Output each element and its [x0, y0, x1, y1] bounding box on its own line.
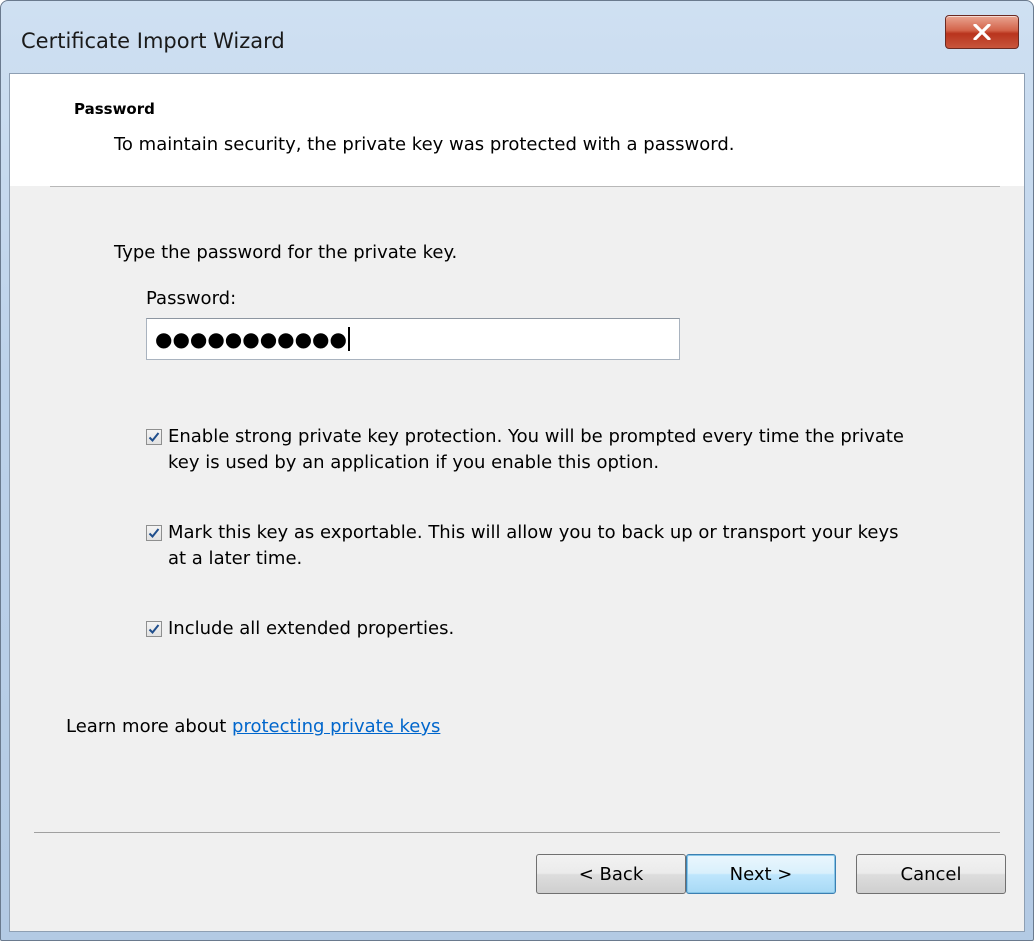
- password-label: Password:: [146, 288, 237, 309]
- text-caret: [347, 327, 350, 351]
- page-subtitle: To maintain security, the private key wa…: [114, 134, 735, 155]
- close-button[interactable]: [945, 15, 1019, 49]
- password-value: ●●●●●●●●●●●: [155, 327, 347, 351]
- password-input[interactable]: ●●●●●●●●●●●: [146, 318, 680, 360]
- exportable-checkbox[interactable]: [146, 525, 162, 541]
- instruction-text: Type the password for the private key.: [114, 242, 458, 263]
- wizard-header: Password To maintain security, the priva…: [10, 74, 1024, 186]
- title-bar[interactable]: Certificate Import Wizard: [1, 1, 1033, 77]
- option-exportable[interactable]: Mark this key as exportable. This will a…: [146, 520, 908, 572]
- wizard-window: Certificate Import Wizard Password To ma…: [0, 0, 1034, 941]
- option-strong-protection[interactable]: Enable strong private key protection. Yo…: [146, 424, 908, 476]
- extended-properties-label[interactable]: Include all extended properties.: [168, 616, 908, 642]
- wizard-client-area: Password To maintain security, the priva…: [9, 73, 1025, 932]
- strong-protection-label[interactable]: Enable strong private key protection. Yo…: [168, 424, 908, 476]
- back-button[interactable]: < Back: [536, 854, 686, 894]
- extended-properties-checkbox[interactable]: [146, 621, 162, 637]
- close-icon: [973, 24, 991, 40]
- checkmark-icon: [148, 624, 160, 634]
- checkmark-icon: [148, 528, 160, 538]
- learn-more: Learn more about protecting private keys: [66, 716, 440, 737]
- strong-protection-checkbox[interactable]: [146, 429, 162, 445]
- learn-more-prefix: Learn more about: [66, 716, 233, 737]
- header-divider: [50, 186, 1000, 187]
- footer-divider: [34, 832, 1000, 833]
- window-title: Certificate Import Wizard: [21, 29, 285, 53]
- exportable-label[interactable]: Mark this key as exportable. This will a…: [168, 520, 908, 572]
- next-button[interactable]: Next >: [686, 854, 836, 894]
- checkmark-icon: [148, 432, 160, 442]
- protecting-private-keys-link[interactable]: protecting private keys: [232, 716, 440, 737]
- option-extended-properties[interactable]: Include all extended properties.: [146, 616, 908, 642]
- page-title: Password: [74, 100, 155, 118]
- cancel-button[interactable]: Cancel: [856, 854, 1006, 894]
